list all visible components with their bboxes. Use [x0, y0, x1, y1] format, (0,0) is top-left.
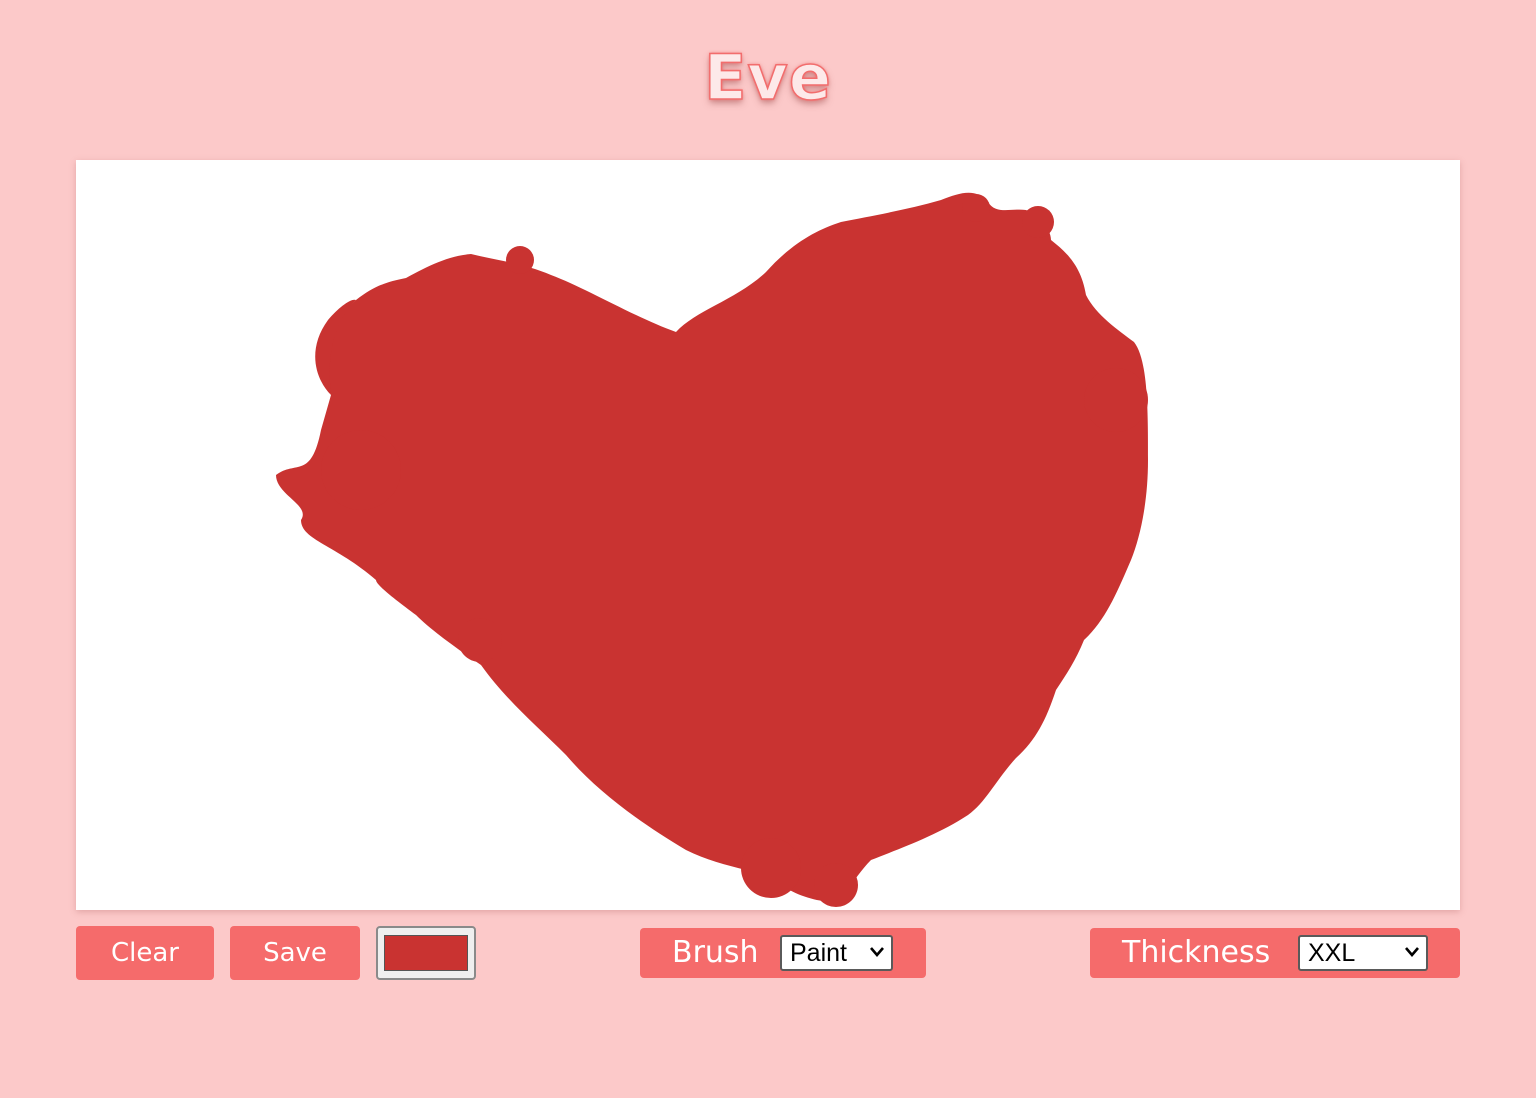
brush-label: Brush [672, 935, 759, 970]
brush-dab [1022, 206, 1054, 238]
brush-dab [506, 246, 534, 274]
brush-control: Brush Paint [640, 928, 926, 978]
app-title: Eve [703, 40, 832, 115]
drawing-canvas[interactable] [76, 160, 1460, 910]
brush-dab [321, 430, 401, 510]
thickness-select-value: XXL [1308, 939, 1356, 967]
brush-dab [1084, 368, 1148, 432]
save-button[interactable]: Save [230, 926, 360, 980]
color-picker[interactable] [376, 926, 476, 980]
painted-heart [276, 192, 1148, 902]
thickness-select[interactable]: XXL [1298, 935, 1428, 971]
brush-dab [458, 618, 502, 662]
brush-dab [962, 194, 990, 222]
thickness-label: Thickness [1122, 935, 1271, 970]
chevron-down-icon [1405, 947, 1419, 957]
color-swatch [384, 935, 468, 971]
drawing-surface [276, 192, 1148, 907]
brush-dab [741, 838, 801, 898]
chevron-down-icon [870, 947, 884, 957]
brush-select[interactable]: Paint [780, 935, 893, 971]
brush-select-value: Paint [790, 939, 847, 967]
thickness-control: Thickness XXL [1090, 928, 1460, 978]
clear-button[interactable]: Clear [76, 926, 214, 980]
brush-dab [814, 863, 858, 907]
